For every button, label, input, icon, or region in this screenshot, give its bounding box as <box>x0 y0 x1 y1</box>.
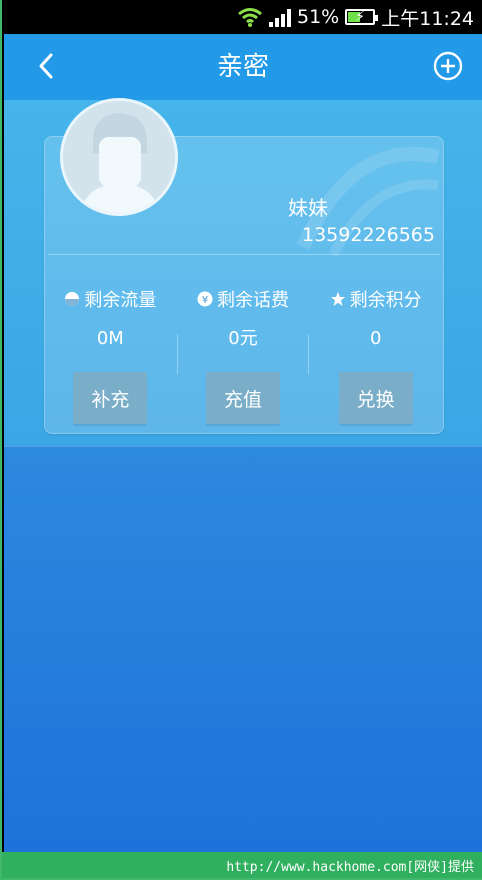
star-icon <box>330 291 346 307</box>
yuan-icon: ¥ <box>197 291 213 307</box>
plus-circle-icon <box>433 51 463 81</box>
stats-values: 0M 0元 0 <box>44 326 442 352</box>
stat-label-balance: ¥ 剩余话费 <box>177 286 310 312</box>
card-divider <box>48 254 440 255</box>
stat-value-balance: 0元 <box>228 328 258 349</box>
stat-label-points: 剩余积分 <box>309 286 442 312</box>
svg-text:¥: ¥ <box>202 295 208 306</box>
battery-percent: 51% <box>297 6 340 28</box>
default-avatar-icon <box>63 101 175 213</box>
redeem-button[interactable]: 兑换 <box>338 372 413 424</box>
signal-icon <box>269 7 291 27</box>
stat-value-points: 0 <box>369 328 382 349</box>
stat-label-data: 剩余流量 <box>44 286 177 312</box>
recharge-button[interactable]: 充值 <box>206 372 280 424</box>
avatar[interactable] <box>60 98 178 216</box>
status-bar: 51% ⚡ 上午11:24 <box>2 0 482 34</box>
stat-value-data: 0M <box>96 328 124 349</box>
topup-data-button[interactable]: 补充 <box>73 372 148 424</box>
contact-name: 妹妹 <box>288 196 328 220</box>
stat-separator <box>177 334 178 374</box>
section-divider <box>4 446 482 447</box>
stats-actions: 补充 充值 兑换 <box>44 372 442 424</box>
status-indicators: 51% ⚡ 上午11:24 <box>237 0 474 34</box>
contact-phone: 13592226565 <box>302 224 435 246</box>
clock: 上午11:24 <box>381 7 474 30</box>
stat-separator <box>308 334 309 374</box>
watermark-footer: http://www.hackhome.com[网侠]提供 <box>2 852 482 878</box>
wifi-icon <box>237 7 263 27</box>
app-screen: 亲密 妹妹 13592226565 剩余流量 ¥ 剩余话费 剩余积分 0M 0元… <box>4 34 482 852</box>
pie-icon <box>64 291 80 307</box>
page-title: 亲密 <box>216 52 269 82</box>
battery-icon: ⚡ <box>345 9 379 25</box>
stats-labels: 剩余流量 ¥ 剩余话费 剩余积分 <box>44 286 442 312</box>
add-button[interactable] <box>432 50 464 82</box>
title-bar: 亲密 <box>4 34 482 100</box>
app-frame: 51% ⚡ 上午11:24 亲密 妹妹 13592226565 剩余流量 ¥ 剩… <box>0 0 482 880</box>
